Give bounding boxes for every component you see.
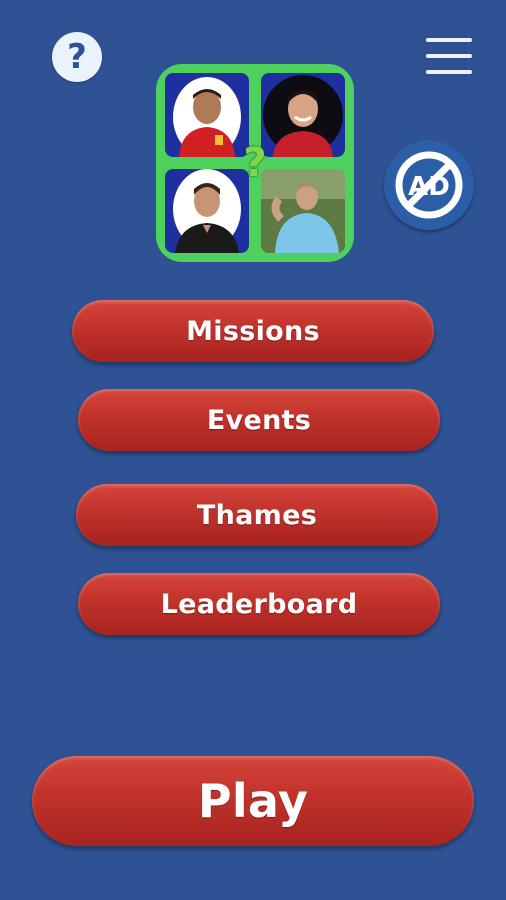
player-photo-1 bbox=[165, 73, 249, 157]
menu-bar-top bbox=[426, 38, 472, 42]
help-button[interactable]: ? bbox=[52, 32, 102, 82]
player-photo-2 bbox=[261, 73, 345, 157]
question-mark-icon: ? bbox=[243, 140, 267, 186]
hamburger-menu-icon[interactable] bbox=[424, 34, 474, 80]
thames-button[interactable]: Thames bbox=[76, 484, 438, 546]
question-mark-icon: ? bbox=[67, 37, 87, 77]
main-menu-screen: ? ? Missions Events Thames Leaderboard P… bbox=[0, 0, 506, 900]
no-ads-button[interactable]: AD bbox=[384, 140, 474, 230]
menu-bar-middle bbox=[426, 54, 472, 58]
missions-button[interactable]: Missions bbox=[72, 300, 434, 362]
leaderboard-button[interactable]: Leaderboard bbox=[78, 573, 440, 635]
player-photo-4 bbox=[261, 169, 345, 253]
game-logo: ? bbox=[156, 64, 354, 262]
menu-bar-bottom bbox=[426, 70, 472, 74]
no-ads-icon: AD bbox=[395, 151, 463, 219]
play-button[interactable]: Play bbox=[32, 756, 474, 846]
events-button[interactable]: Events bbox=[78, 389, 440, 451]
player-photo-3 bbox=[165, 169, 249, 253]
